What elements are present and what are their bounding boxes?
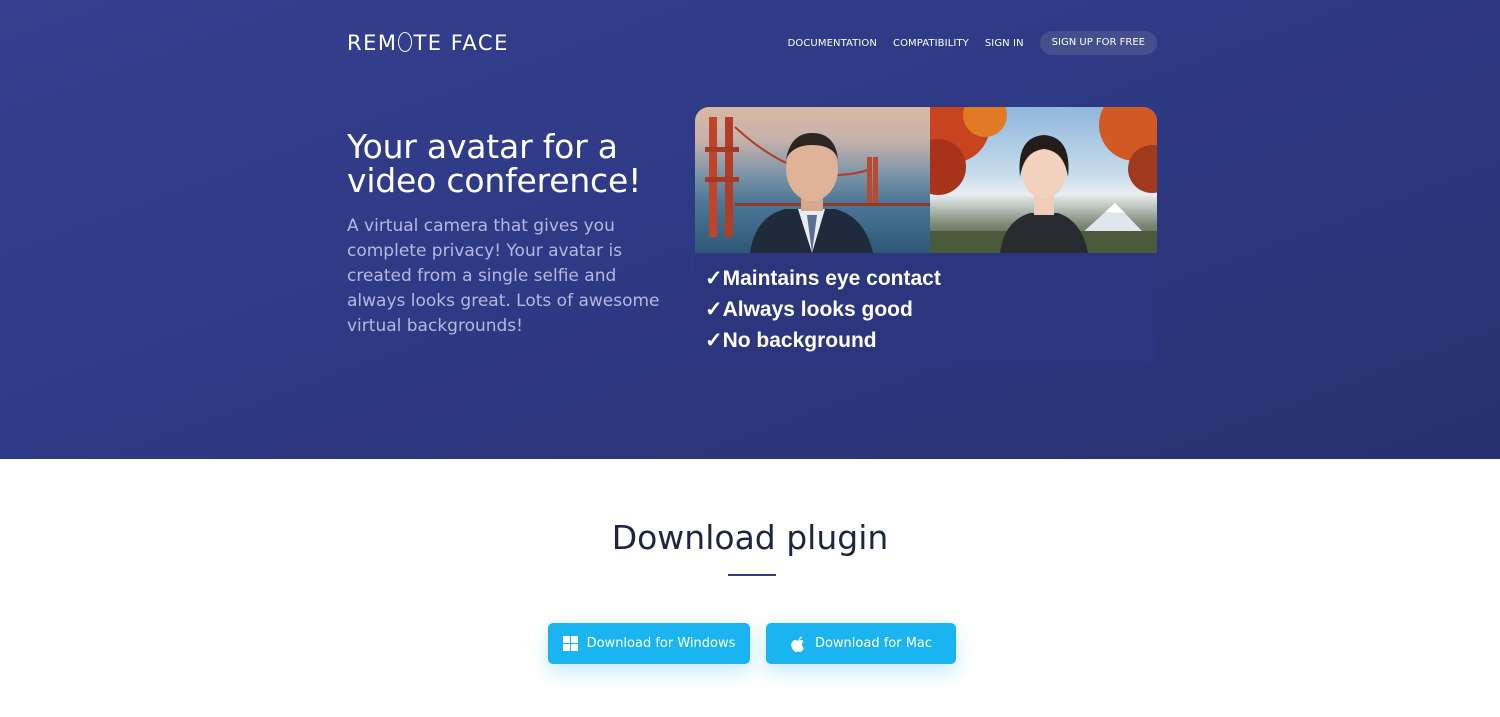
download-windows-button[interactable]: Download for Windows [548,623,750,664]
download-mac-button[interactable]: Download for Mac [766,623,956,664]
nav-link-sign-in[interactable]: SIGN IN [985,38,1024,49]
download-title: Download plugin [611,518,889,557]
benefit-no-background: ✓No background [705,329,877,352]
download-windows-label: Download for Windows [586,636,736,651]
title-divider [728,574,776,576]
benefit-looks-good: ✓Always looks good [705,298,913,321]
sign-up-button[interactable]: SIGN UP FOR FREE [1039,31,1157,55]
golden-gate-background [705,117,930,253]
avatar-images [695,107,1157,253]
benefit-list: ✓Maintains eye contact ✓Always looks goo… [705,263,941,356]
logo-text-end: TE FACE [413,31,509,55]
top-nav: DOCUMENTATION COMPATIBILITY SIGN IN SIGN… [788,31,1157,55]
apple-icon [790,635,806,653]
nav-link-documentation[interactable]: DOCUMENTATION [788,38,877,49]
autumn-mountain-background [930,107,1157,253]
logo-text-start: REM [347,31,398,55]
download-mac-label: Download for Mac [814,636,933,651]
feature-card: ✓Maintains eye contact ✓Always looks goo… [695,107,1157,367]
hero-subtext: A virtual camera that gives you complete… [347,216,660,336]
benefit-eye-contact: ✓Maintains eye contact [705,267,941,290]
logo[interactable]: REM TE FACE [347,30,509,56]
hero-headline: Your avatar for a video conference! [347,127,642,200]
windows-icon [562,636,578,651]
male-avatar-image [695,107,930,253]
nav-link-compatibility[interactable]: COMPATIBILITY [893,38,969,49]
logo-face-icon [398,32,413,52]
hero-section: REM TE FACE DOCUMENTATION COMPATIBILITY S… [0,0,1500,459]
female-avatar-image [930,107,1157,253]
